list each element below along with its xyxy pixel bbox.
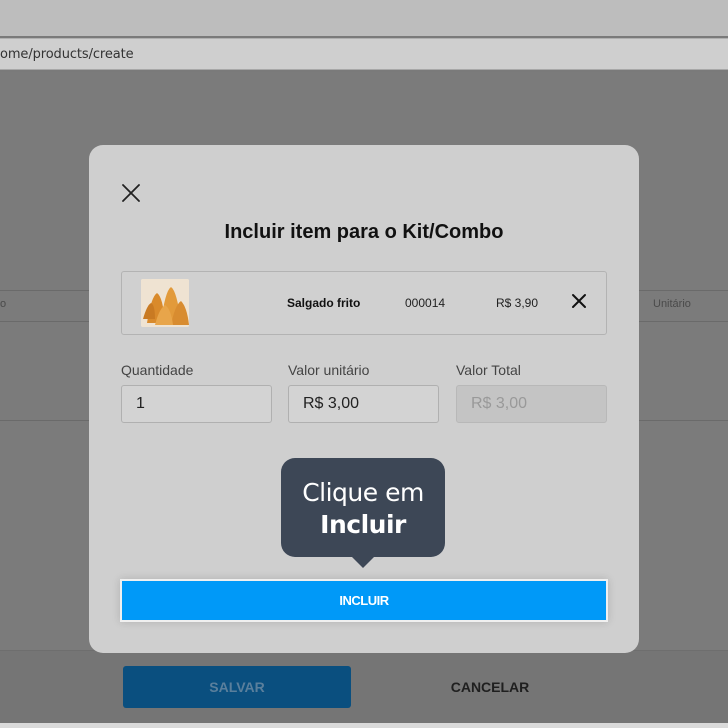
product-image [141, 279, 189, 327]
unit-price-input[interactable]: R$ 3,00 [288, 385, 439, 423]
quantity-input[interactable]: 1 [121, 385, 272, 423]
guide-tooltip: Clique em Incluir [281, 458, 445, 568]
table-header-unit: Unitário [653, 298, 691, 310]
tooltip-arrow [351, 556, 375, 568]
browser-tab-bar [0, 0, 728, 36]
url-text: ome/products/create [0, 47, 134, 62]
item-name: Salgado frito [287, 296, 361, 310]
selected-item-card: Salgado frito 000014 R$ 3,90 [121, 271, 607, 335]
quantity-label: Quantidade [121, 362, 194, 378]
tooltip-emphasis: Incluir [320, 510, 406, 539]
address-bar[interactable]: ome/products/create [0, 38, 728, 70]
unit-price-label: Valor unitário [288, 362, 370, 378]
cancel-button[interactable]: CANCELAR [400, 666, 580, 708]
remove-item-icon[interactable] [571, 293, 587, 309]
bottom-strip [0, 723, 728, 728]
item-price: R$ 3,90 [496, 296, 539, 310]
save-button[interactable]: SALVAR [123, 666, 351, 708]
total-value-input: R$ 3,00 [456, 385, 607, 423]
page-footer [0, 650, 728, 728]
modal-title: Incluir item para o Kit/Combo [224, 221, 504, 243]
total-value-label: Valor Total [456, 362, 521, 378]
include-button[interactable]: INCLUIR [120, 579, 608, 622]
table-header-cell: o [0, 298, 7, 310]
item-code: 000014 [405, 296, 446, 310]
close-icon[interactable] [119, 181, 143, 205]
include-item-modal: Incluir item para o Kit/Combo Salgado fr… [89, 145, 639, 653]
tooltip-text: Clique em [302, 478, 424, 507]
